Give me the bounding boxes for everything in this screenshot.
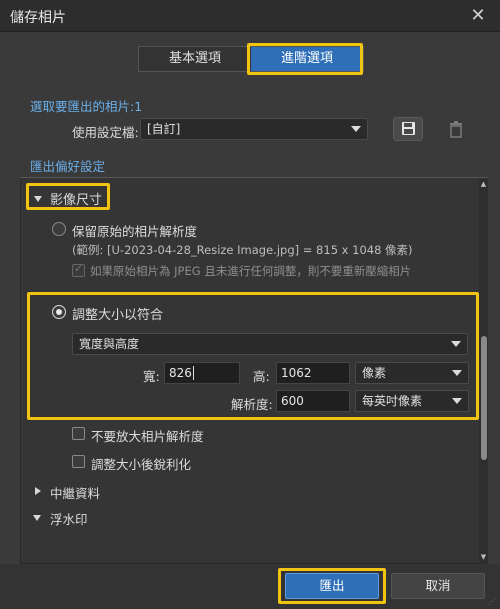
selected-photos-count: 選取要匯出的相片:1	[30, 99, 143, 114]
keep-original-label: 保留原始的相片解析度	[72, 224, 198, 239]
resolution-label: 解析度:	[231, 397, 273, 412]
resolution-value: 600	[281, 394, 304, 408]
sharpen-label: 調整大小後銳利化	[91, 457, 192, 472]
highlight-export-button	[278, 568, 386, 604]
scroll-down-icon[interactable]: ▼	[479, 553, 488, 562]
trash-icon	[450, 121, 462, 138]
title-bar	[0, 0, 500, 32]
highlight-image-size	[26, 183, 110, 210]
scrollbar-thumb[interactable]	[481, 336, 487, 460]
chevron-down-icon	[452, 398, 462, 404]
height-value: 1062	[281, 366, 312, 380]
scroll-up-icon[interactable]: ▲	[479, 180, 488, 189]
resolution-unit-value: 每英吋像素	[362, 394, 423, 408]
dont-enlarge-label: 不要放大相片解析度	[91, 429, 204, 444]
width-value: 826	[169, 366, 192, 380]
no-recompress-label: 如果原始相片為 JPEG 且未進行任何調整，則不要重新壓縮相片	[90, 264, 412, 278]
delete-preset-button[interactable]	[442, 117, 470, 141]
watermark-section[interactable]: 浮水印	[50, 509, 88, 528]
resize-grip-icon[interactable]: ⋰	[488, 597, 498, 607]
dont-enlarge-checkbox[interactable]	[72, 427, 85, 440]
chevron-down-icon	[451, 341, 461, 347]
tab-basic-options[interactable]: 基本選項	[139, 47, 251, 71]
preset-select[interactable]: [自訂]	[140, 118, 368, 140]
save-preset-button[interactable]	[393, 117, 423, 141]
no-recompress-checkbox[interactable]	[72, 262, 85, 277]
resize-to-fit-label: 調整大小以符合	[72, 308, 164, 323]
height-input[interactable]: 1062	[276, 362, 350, 384]
sharpen-checkbox[interactable]	[72, 455, 85, 468]
size-unit-select[interactable]: 像素	[355, 362, 469, 384]
expand-watermark-icon[interactable]	[33, 515, 41, 521]
expand-metadata-icon[interactable]	[35, 487, 41, 495]
size-unit-value: 像素	[362, 366, 387, 380]
resolution-unit-select[interactable]: 每英吋像素	[355, 390, 469, 412]
cancel-button[interactable]: 取消	[391, 573, 485, 599]
resolution-input[interactable]: 600	[276, 390, 350, 412]
chevron-down-icon	[452, 370, 462, 376]
window-title: 儲存相片	[10, 10, 66, 26]
chevron-down-icon	[351, 126, 361, 132]
floppy-disk-icon	[402, 122, 415, 135]
keep-original-radio[interactable]	[52, 222, 66, 236]
highlight-advanced-tab	[247, 43, 363, 75]
resize-mode-value: 寬度與高度	[79, 337, 140, 351]
height-label: 高:	[253, 369, 270, 384]
export-preferences-heading: 匯出偏好設定	[30, 159, 106, 174]
example-filename: (範例: [U-2023-04-28_Resize Image.jpg] = 8…	[72, 243, 413, 257]
metadata-section[interactable]: 中繼資料	[50, 483, 100, 502]
panel-divider	[20, 177, 488, 178]
resize-to-fit-radio[interactable]	[52, 305, 66, 319]
close-icon[interactable]: ✕	[466, 4, 490, 28]
width-input[interactable]: 826	[164, 362, 240, 384]
resize-mode-select[interactable]: 寬度與高度	[72, 333, 468, 355]
preset-value: [自訂]	[147, 122, 181, 136]
width-label: 寬:	[143, 369, 160, 384]
preset-label: 使用設定檔:	[72, 125, 139, 140]
